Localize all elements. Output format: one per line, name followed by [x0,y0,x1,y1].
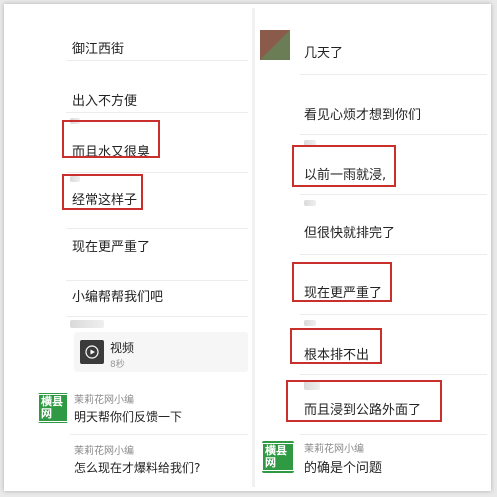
list-item: 但很快就排完了 [300,194,487,255]
avatar-label: 横县网 [262,443,294,471]
redacted-name [304,320,316,326]
list-item: 出入不方便 [66,60,248,113]
message-text: 几天了 [304,46,344,61]
message-text: 但很快就排完了 [304,226,396,241]
message-text: 怎么现在才爆料给我们? [74,461,201,475]
highlight-box [290,328,382,364]
avatar: 横县网 [262,441,294,473]
sender-name: 茉莉花网小编 [304,444,364,455]
list-item: 现在更严重了 [66,228,248,281]
list-item: 几天了 [300,8,487,75]
column-divider [252,8,255,487]
message-text: 看见心烦才想到你们 [304,108,422,123]
video-thumbnail [80,340,104,364]
left-column: 御江西街 出入不方便 而且水又很臭 经常这样子 现在更严重了 小编帮帮我们吧 视… [8,8,248,487]
video-duration: 8秒 [110,360,125,370]
highlight-box [292,262,392,302]
list-item: 看见心烦才想到你们 [300,74,487,135]
highlight-box [62,120,160,158]
list-item: 御江西街 [66,8,248,61]
highlight-box [292,145,396,187]
highlight-box [62,174,143,210]
screenshot-frame: 御江西街 出入不方便 而且水又很臭 经常这样子 现在更严重了 小编帮帮我们吧 视… [4,4,491,491]
sender-name: 茉莉花网小编 [74,395,134,406]
highlight-box [286,380,442,422]
message-text: 的确是个问题 [304,461,383,476]
video-title: 视频 [110,341,135,355]
redacted-name [70,320,104,328]
avatar [260,30,290,60]
message-text: 明天帮你们反馈一下 [74,410,183,424]
right-column: 几天了 看见心烦才想到你们 以前一雨就浸, 但很快就排完了 现在更严重了 根本排… [256,8,495,487]
avatar: 横县网 [38,393,68,423]
video-message[interactable]: 视频 8秒 [74,332,248,372]
message-text: 小编帮帮我们吧 [72,290,164,305]
avatar-label: 横县网 [38,394,68,422]
divider [70,434,248,435]
message-text: 御江西街 [72,42,125,57]
sender-name: 茉莉花网小编 [74,446,134,457]
message-text: 出入不方便 [72,94,138,109]
message-text: 现在更严重了 [72,240,151,255]
play-icon [85,345,99,359]
list-item: 小编帮帮我们吧 [66,280,248,317]
redacted-name [304,200,316,206]
